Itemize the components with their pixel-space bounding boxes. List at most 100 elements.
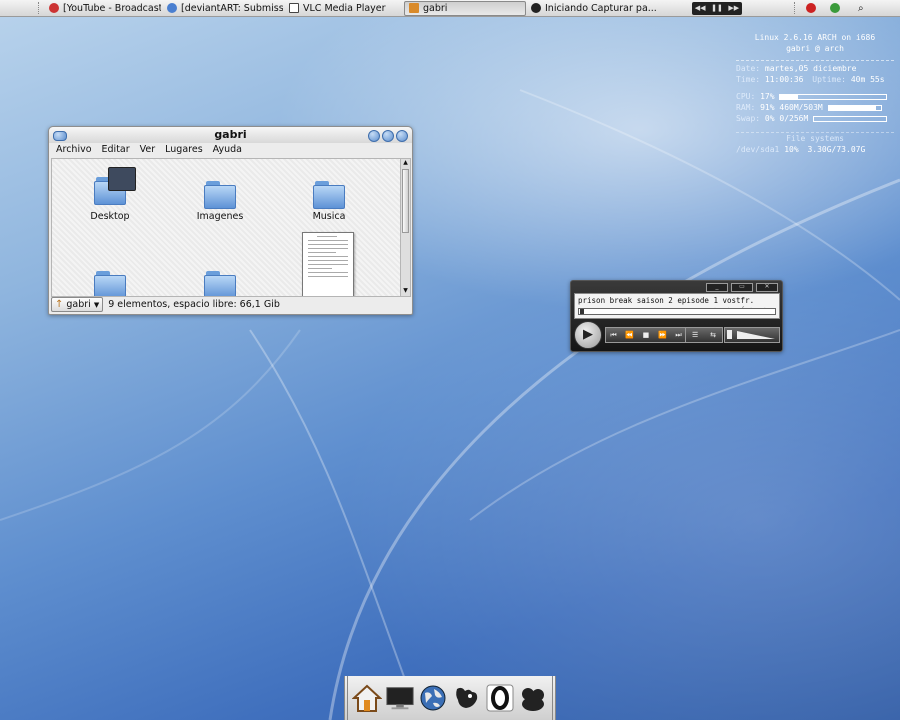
conky-uptime-label: Uptime: — [812, 75, 846, 84]
status-bar: ↑ gabri ▼ 9 elementos, espacio libre: 66… — [51, 297, 409, 312]
menu-bar: Archivo Editar Ver Lugares Ayuda — [49, 143, 412, 157]
taskbar-item-label: [YouTube - Broadcast... — [63, 2, 162, 14]
playlist-icon[interactable]: ☰ — [692, 331, 698, 339]
conky-cpu-row: CPU: 17% — [736, 91, 894, 102]
shuffle-icon[interactable]: ⇆ — [710, 331, 716, 339]
conky-ram-row: RAM: 91% 460M/503M — [736, 102, 894, 113]
menu-ver[interactable]: Ver — [140, 143, 156, 157]
camera-icon — [531, 3, 541, 13]
media-player-widget: _ ▭ ✕ prison break saison 2 episode 1 vo… — [570, 280, 783, 352]
conky-system: Linux 2.6.16 ARCH on i686 — [754, 33, 876, 42]
window-title: gabri — [214, 128, 247, 141]
opera-tray-icon[interactable] — [806, 3, 816, 13]
conky-swap-row: Swap: 0% 0/256M — [736, 113, 894, 124]
globe-icon — [167, 3, 177, 13]
conky-ram-label: RAM: — [736, 103, 756, 112]
folder-label[interactable]: Imagenes — [175, 211, 265, 222]
location-button[interactable]: ↑ gabri ▼ — [51, 297, 104, 312]
conky-time-label: Time: — [736, 75, 761, 84]
scroll-up-icon[interactable]: ▲ — [401, 159, 410, 168]
amsn-icon[interactable] — [518, 683, 548, 713]
scrollbar-thumb[interactable] — [402, 169, 409, 233]
skip-forward-icon[interactable]: ⏭ — [675, 331, 681, 340]
status-text: 9 elementos, espacio libre: 66,1 Gib — [108, 299, 280, 310]
panel-separator — [794, 2, 798, 14]
folder-label[interactable]: Desktop — [65, 211, 155, 222]
stop-icon[interactable]: ■ — [643, 331, 650, 339]
volume-slider[interactable] — [724, 327, 780, 343]
conky-fs-percent: 10% — [784, 145, 799, 154]
headphones-icon — [49, 3, 59, 13]
taskbar-item-gabri[interactable]: gabri — [404, 0, 526, 16]
scroll-down-icon[interactable]: ▼ — [401, 287, 410, 296]
cpu-bar — [779, 93, 888, 100]
folder-icon[interactable] — [94, 271, 126, 296]
seek-handle[interactable] — [580, 309, 584, 314]
opera-icon[interactable] — [485, 683, 515, 713]
home-icon[interactable] — [351, 683, 382, 713]
conky-fs-row: /dev/sda1 10% 3.30G/73.07G — [736, 144, 894, 155]
taskbar-item-label: VLC Media Player — [303, 2, 386, 14]
transport-controls: ⏮ ⏪ ■ ⏩ ⏭ — [605, 327, 687, 343]
folder-label[interactable]: Musica — [284, 211, 374, 222]
player-close-icon[interactable]: ✕ — [756, 283, 778, 292]
menu-archivo[interactable]: Archivo — [56, 143, 92, 157]
window-titlebar[interactable]: gabri — [49, 127, 412, 143]
pause-icon[interactable]: ❚❚ — [711, 4, 723, 12]
window-menu-icon[interactable] — [53, 131, 67, 141]
swap-bar — [813, 115, 888, 122]
rewind-icon[interactable]: ⏪ — [625, 331, 634, 339]
home-arrow-icon: ↑ — [55, 299, 64, 310]
home-arrow-icon — [409, 3, 419, 13]
globe-icon[interactable] — [418, 683, 448, 713]
menu-lugares[interactable]: Lugares — [165, 143, 203, 157]
search-icon[interactable]: ⌕ — [858, 3, 864, 14]
monitor-icon[interactable] — [385, 683, 415, 713]
skip-back-icon[interactable]: ⏮ — [610, 331, 616, 340]
close-icon[interactable] — [396, 130, 408, 142]
minimize-icon[interactable] — [368, 130, 380, 142]
previous-icon[interactable]: ◀◀ — [695, 4, 706, 12]
player-minimize-icon[interactable]: _ — [706, 283, 728, 292]
folder-desktop-icon[interactable] — [94, 167, 136, 205]
folder-musica-icon[interactable] — [313, 181, 345, 209]
taskbar-item-capture[interactable]: Iniciando Capturar pa... — [526, 1, 686, 16]
panel-media-controls: ◀◀ ❚❚ ▶▶ — [692, 1, 742, 15]
volume-level — [737, 331, 775, 339]
maximize-icon[interactable] — [382, 130, 394, 142]
fast-forward-icon[interactable]: ⏩ — [658, 331, 667, 339]
panel-separator — [38, 2, 42, 14]
taskbar-item-label: Iniciando Capturar pa... — [545, 2, 657, 14]
conky-date-row: Date: martes,05 diciembre — [736, 63, 894, 74]
conky-date-value: martes,05 diciembre — [764, 64, 857, 73]
player-display: prison break saison 2 episode 1 vostfr. … — [574, 293, 780, 319]
chevron-down-icon: ▼ — [93, 300, 100, 309]
taskbar-item-deviantart[interactable]: [deviantART: Submiss... — [162, 1, 284, 16]
player-window-controls: _ ▭ ✕ — [706, 283, 778, 292]
conky-cpu-value: 17% — [760, 92, 775, 101]
player-restore-icon[interactable]: ▭ — [731, 283, 753, 292]
ram-bar — [827, 104, 882, 111]
conky-user-host: gabri @ arch — [786, 44, 844, 53]
taskbar-item-label: gabri — [423, 2, 448, 14]
file-view[interactable]: Desktop Imagenes Musica — [51, 158, 402, 297]
conky-time-value: 11:00:36 — [764, 75, 804, 84]
taskbar-item-youtube[interactable]: [YouTube - Broadcast... — [44, 1, 162, 16]
folder-imagenes-icon[interactable] — [204, 181, 236, 209]
vertical-scrollbar[interactable]: ▲ ▼ — [400, 158, 411, 297]
location-label: gabri — [66, 299, 91, 310]
gimp-icon[interactable] — [452, 683, 482, 713]
menu-ayuda[interactable]: Ayuda — [213, 143, 242, 157]
document-thumbnail-icon[interactable] — [302, 232, 354, 296]
menu-editar[interactable]: Editar — [102, 143, 130, 157]
amsn-tray-icon[interactable] — [830, 3, 840, 13]
seek-bar[interactable] — [578, 308, 776, 315]
conky-date-label: Date: — [736, 64, 761, 73]
taskbar-item-label: [deviantART: Submiss... — [181, 2, 284, 14]
folder-icon[interactable] — [204, 271, 236, 296]
taskbar-item-vlc[interactable]: VLC Media Player — [284, 1, 404, 16]
play-button[interactable]: ▶ — [574, 321, 602, 349]
desktop-overlay-icon — [108, 167, 136, 191]
conky-fs-header: File systems — [736, 132, 894, 144]
next-icon[interactable]: ▶▶ — [728, 4, 739, 12]
